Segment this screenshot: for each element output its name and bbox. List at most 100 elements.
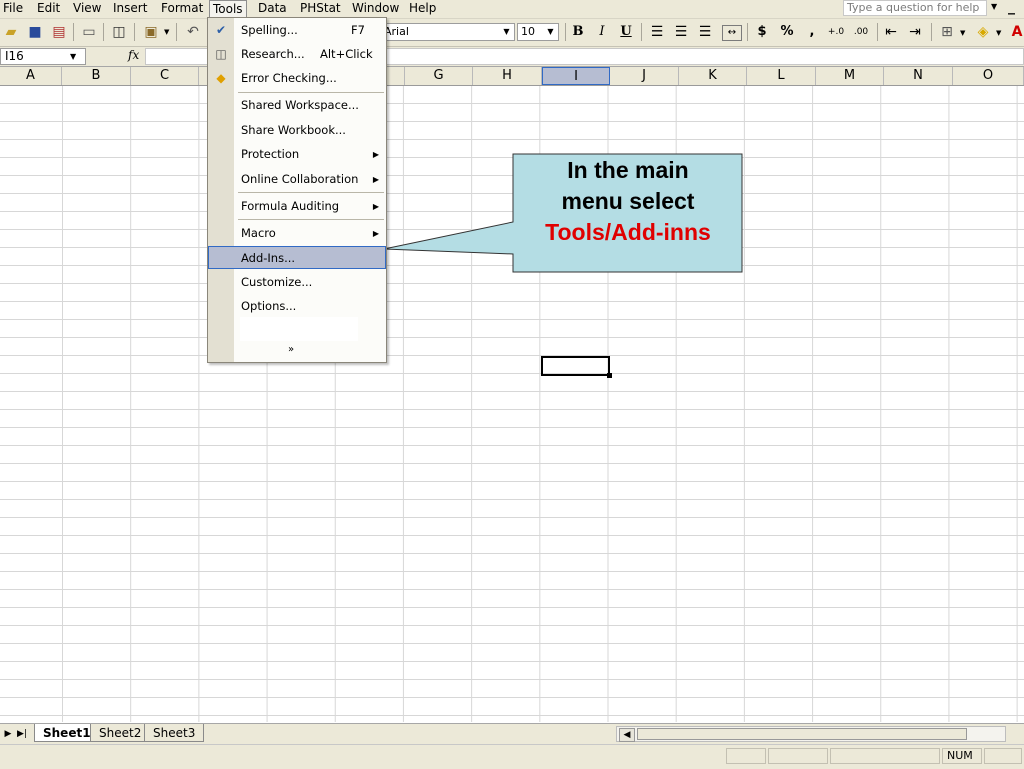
align-right-icon[interactable]: ☰ (696, 23, 714, 41)
fill-color-dropdown-icon[interactable]: ▼ (996, 29, 1001, 37)
paste-dropdown-icon[interactable]: ▼ (164, 28, 169, 36)
minimize-icon[interactable]: _ (1008, 0, 1015, 15)
horizontal-scroll-thumb[interactable] (637, 728, 967, 740)
menu-separator (238, 92, 384, 93)
tools-dropdown-menu: ✔ Spelling... F7 ◫ Research... Alt+Click… (207, 17, 387, 363)
menu-item-shortcut: Alt+Click (320, 47, 373, 61)
font-size-select[interactable]: 10 ▼ (517, 23, 559, 41)
menu-item-label: Options... (241, 299, 297, 313)
paste-icon[interactable]: ▣ (142, 23, 160, 41)
expand-menu-chevron-icon[interactable]: » (288, 344, 294, 355)
horizontal-scrollbar[interactable]: ◀ (616, 726, 1006, 742)
fill-color-icon[interactable]: ◈ (974, 23, 992, 41)
column-header-b[interactable]: B (62, 67, 131, 85)
help-dropdown-arrow-icon[interactable]: ▼ (991, 2, 997, 11)
research-icon[interactable]: ◫ (110, 23, 128, 41)
menu-item-research[interactable]: ◫ Research... Alt+Click (208, 43, 386, 66)
bold-button[interactable]: B (568, 23, 588, 41)
currency-button[interactable]: $ (752, 23, 772, 41)
menu-item-label: Error Checking... (241, 71, 337, 85)
column-header-k[interactable]: K (679, 67, 747, 85)
menu-item-macro[interactable]: Macro ▶ (208, 222, 386, 245)
comma-button[interactable]: , (802, 23, 822, 41)
column-header-g[interactable]: G (405, 67, 473, 85)
fill-handle[interactable] (607, 373, 612, 378)
menu-item-options[interactable]: Options... (208, 295, 386, 318)
print-icon[interactable]: ▭ (80, 23, 98, 41)
toolbar-separator (877, 23, 878, 41)
menu-item-shared-workspace[interactable]: Shared Workspace... (208, 94, 386, 117)
font-size-dropdown-icon[interactable]: ▼ (544, 25, 557, 39)
column-header-i[interactable]: I (542, 67, 610, 85)
column-header-l[interactable]: L (747, 67, 816, 85)
italic-button[interactable]: I (592, 23, 612, 41)
submenu-arrow-icon: ▶ (372, 150, 379, 159)
menu-separator (238, 219, 384, 220)
increase-decimal-button[interactable]: +.0 (826, 23, 846, 41)
menu-window[interactable]: Window (349, 0, 402, 18)
column-header-m[interactable]: M (816, 67, 884, 85)
menu-file[interactable]: File (0, 0, 26, 18)
menu-item-label: Spelling... (241, 23, 298, 37)
menu-phstat[interactable]: PHStat (297, 0, 344, 18)
active-cell[interactable] (541, 356, 610, 376)
menu-item-protection[interactable]: Protection ▶ (208, 143, 386, 166)
toolbar-separator (103, 23, 104, 41)
underline-button[interactable]: U (616, 23, 636, 41)
menu-data[interactable]: Data (255, 0, 290, 18)
submenu-arrow-icon: ▶ (372, 202, 379, 211)
menu-item-add-ins[interactable]: Add-Ins... (208, 246, 386, 269)
menu-view[interactable]: View (70, 0, 104, 18)
menu-edit[interactable]: Edit (34, 0, 63, 18)
submenu-arrow-icon: ▶ (372, 229, 379, 238)
scroll-last-sheet-icon[interactable]: ▶| (16, 727, 28, 741)
decrease-decimal-button[interactable]: .00 (851, 23, 871, 41)
column-header-o[interactable]: O (953, 67, 1024, 85)
insert-function-icon[interactable]: fx (128, 48, 139, 62)
menu-tools[interactable]: Tools (209, 0, 247, 18)
merge-center-icon[interactable]: ↔ (722, 25, 742, 41)
name-box[interactable]: I16 ▼ (0, 48, 86, 65)
font-name-dropdown-icon[interactable]: ▼ (500, 25, 513, 39)
sheet-tab-2[interactable]: Sheet2 (90, 724, 151, 742)
worksheet-grid[interactable] (0, 86, 1024, 722)
align-left-icon[interactable]: ☰ (648, 23, 666, 41)
column-header-a[interactable]: A (0, 67, 62, 85)
column-header-j[interactable]: J (610, 67, 679, 85)
scroll-prev-sheet-icon[interactable]: ▶ (2, 727, 14, 741)
menu-item-online-collaboration[interactable]: Online Collaboration ▶ (208, 168, 386, 191)
menu-item-label: Shared Workspace... (241, 98, 359, 112)
column-header-n[interactable]: N (884, 67, 953, 85)
menu-item-label: Formula Auditing (241, 199, 340, 213)
menu-format[interactable]: Format (158, 0, 206, 18)
column-header-c[interactable]: C (131, 67, 199, 85)
increase-indent-icon[interactable]: ⇥ (906, 23, 924, 41)
font-name-select[interactable]: Arial ▼ (381, 23, 515, 41)
align-center-icon[interactable]: ☰ (672, 23, 690, 41)
menu-item-error-checking[interactable]: ◆ Error Checking... (208, 67, 386, 90)
permission-icon[interactable]: ▤ (50, 23, 68, 41)
menu-insert[interactable]: Insert (110, 0, 150, 18)
name-box-value: I16 (5, 49, 24, 63)
research-icon: ◫ (215, 47, 227, 61)
menu-item-formula-auditing[interactable]: Formula Auditing ▶ (208, 195, 386, 218)
undo-icon[interactable]: ↶ (184, 23, 202, 41)
font-color-icon[interactable]: A (1008, 23, 1024, 41)
menu-item-label: Customize... (241, 275, 313, 289)
menu-help[interactable]: Help (406, 0, 439, 18)
percent-button[interactable]: % (777, 23, 797, 41)
borders-icon[interactable]: ⊞ (938, 23, 956, 41)
scroll-left-arrow-icon[interactable]: ◀ (619, 728, 635, 742)
menu-item-share-workbook[interactable]: Share Workbook... (208, 119, 386, 142)
menu-item-spelling[interactable]: ✔ Spelling... F7 (208, 19, 386, 42)
sheet-tab-3[interactable]: Sheet3 (144, 724, 205, 742)
name-box-dropdown-icon[interactable]: ▼ (70, 49, 76, 64)
column-header-h[interactable]: H (473, 67, 542, 85)
help-question-input[interactable]: Type a question for help (843, 0, 987, 16)
decrease-indent-icon[interactable]: ⇤ (882, 23, 900, 41)
borders-dropdown-icon[interactable]: ▼ (960, 29, 965, 37)
column-header-row: A B C D E F G H I J K L M N O (0, 67, 1024, 86)
open-icon[interactable]: ▰ (2, 23, 20, 41)
menu-item-customize[interactable]: Customize... (208, 271, 386, 294)
save-icon[interactable]: ■ (26, 23, 44, 41)
